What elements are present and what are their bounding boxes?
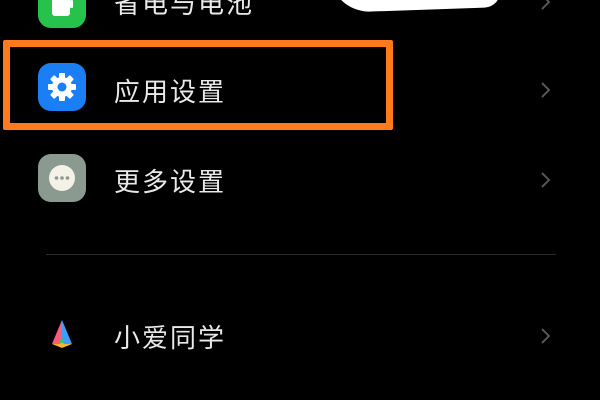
more-dots-icon [38,154,86,202]
highlight-annotation-box [3,40,393,130]
settings-item-xiaoai[interactable]: 小爱同学 [0,294,600,374]
settings-item-label: 更多设置 [114,168,227,198]
settings-item-more-settings[interactable]: 更多设置 [0,138,600,218]
settings-item-battery[interactable]: 省电与电池 [0,0,600,42]
chevron-right-icon [541,0,551,10]
battery-icon [38,0,86,28]
settings-item-label: 省电与电池 [114,0,255,20]
chevron-right-icon [541,82,551,98]
chevron-right-icon [541,328,551,344]
settings-item-label: 小爱同学 [114,324,227,354]
settings-screen: 省电与电池 应用设置 更多设置 小爱同学 [0,0,600,400]
chevron-right-icon [541,172,551,188]
section-divider [46,254,556,255]
xiaoai-logo-icon [38,310,86,358]
